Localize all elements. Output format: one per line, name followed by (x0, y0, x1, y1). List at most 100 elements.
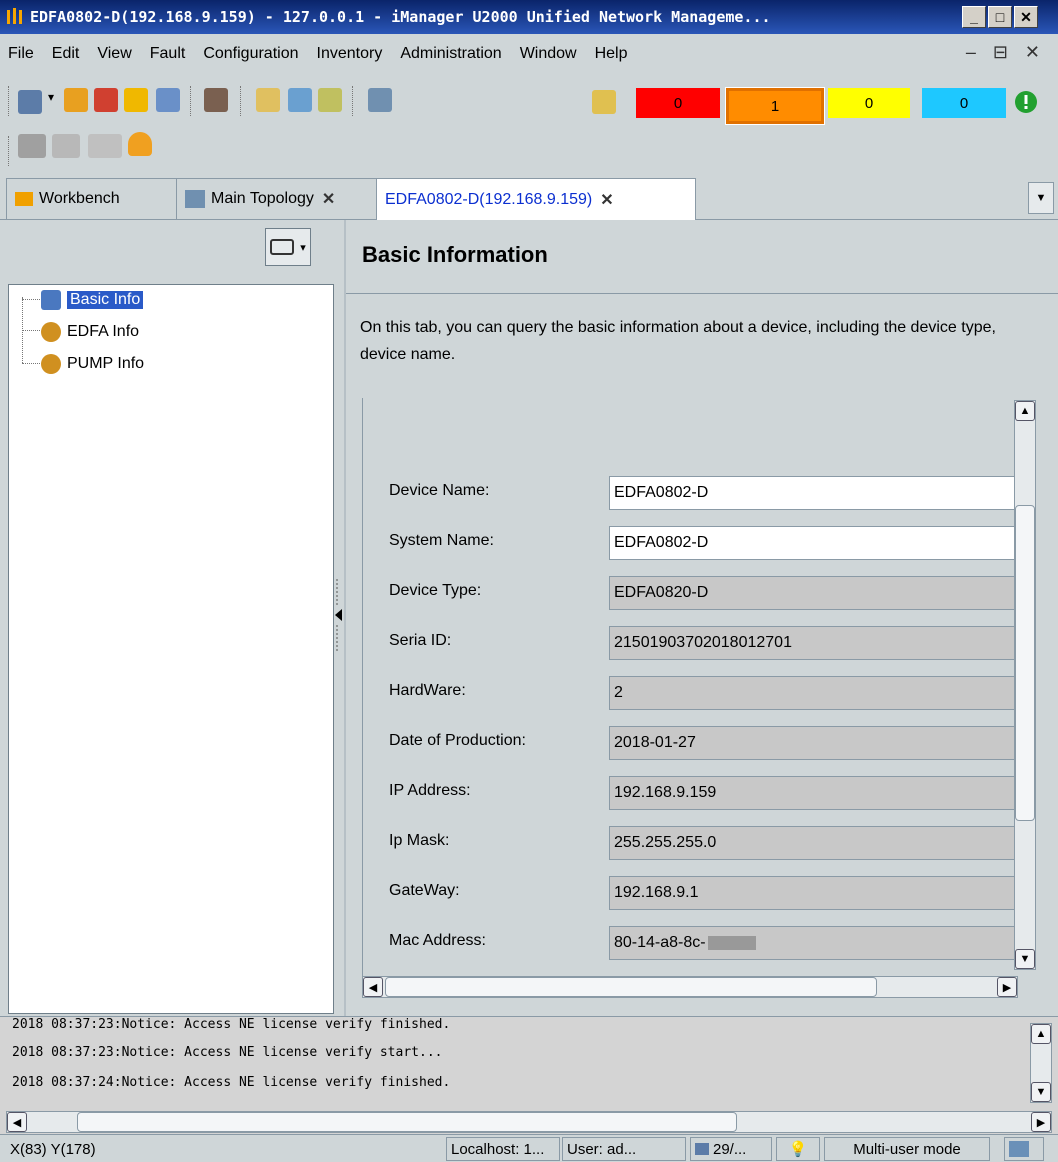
field-label: GateWay: (389, 882, 460, 899)
device-name-input[interactable]: EDFA0802-D (609, 476, 1019, 510)
menu-fault[interactable]: Fault (141, 45, 195, 63)
warning-alarm-count[interactable]: 0 (922, 88, 1006, 118)
field-gateway: GateWay: 192.168.9.1 (389, 876, 1029, 910)
gear-folder-icon (41, 322, 61, 342)
user-mode-status: Multi-user mode (824, 1137, 990, 1161)
toolbar-separator (8, 86, 12, 116)
tree-item-edfa-info[interactable]: EDFA Info (41, 319, 139, 345)
tree-view-toggle-button[interactable]: ▾ (265, 228, 311, 266)
scroll-thumb[interactable] (385, 977, 877, 997)
logout-icon[interactable] (94, 88, 118, 112)
message-count[interactable]: 29/... (690, 1137, 772, 1161)
workbench-icon (15, 192, 33, 206)
scroll-up-icon[interactable]: ▲ (1015, 401, 1035, 421)
field-label: Device Name: (389, 482, 490, 499)
ne-explorer-icon[interactable] (18, 90, 42, 114)
hardware-value: 2 (609, 676, 1019, 710)
toolbar-separator (240, 86, 244, 116)
user-status: User: ad... (562, 1137, 686, 1161)
basic-info-icon (41, 290, 61, 310)
ip-mask-value: 255.255.255.0 (609, 826, 1019, 860)
title-bar: EDFA0802-D(192.168.9.159) - 127.0.0.1 - … (0, 0, 1058, 34)
menu-edit[interactable]: Edit (43, 45, 89, 63)
menu-view[interactable]: View (88, 45, 140, 63)
status-ok-icon[interactable] (1014, 90, 1038, 114)
window-icon[interactable] (156, 88, 180, 112)
tree-item-pump-info[interactable]: PUMP Info (41, 351, 144, 377)
ip-check-icon[interactable] (88, 134, 122, 158)
field-system-name: System Name: EDFA0802-D (389, 526, 1029, 560)
scroll-right-icon[interactable]: ▶ (1031, 1112, 1051, 1132)
close-button[interactable]: ✕ (1014, 6, 1038, 28)
collapse-left-icon[interactable] (332, 575, 344, 655)
tree-item-basic-info[interactable]: Basic Info (41, 287, 144, 313)
tab-main-topology[interactable]: Main Topology ✕ (176, 178, 390, 219)
system-name-input[interactable]: EDFA0802-D (609, 526, 1019, 560)
ip-address-value: 192.168.9.159 (609, 776, 1019, 810)
tools-icon[interactable] (18, 134, 46, 158)
window-title: EDFA0802-D(192.168.9.159) - 127.0.0.1 - … (30, 8, 771, 26)
toolbar: ▾ 0 1 0 0 (0, 74, 1058, 174)
basic-info-form: Device Name: EDFA0802-D System Name: EDF… (362, 398, 1019, 996)
field-device-type: Device Type: EDFA0820-D (389, 576, 1029, 610)
mute-icon[interactable] (318, 88, 342, 112)
field-hardware: HardWare: 2 (389, 676, 1029, 710)
major-alarm-count[interactable]: 1 (725, 87, 825, 125)
close-icon[interactable]: ✕ (322, 189, 335, 209)
scroll-thumb[interactable] (1015, 505, 1035, 821)
search-alarm-icon[interactable] (288, 88, 312, 112)
vertical-scrollbar[interactable]: ▲ ▼ (1014, 400, 1036, 970)
menu-bar: File Edit View Fault Configuration Inven… (0, 34, 1058, 74)
log-panel: 2018 08:37:23:Notice: Access NE license … (0, 1016, 1058, 1136)
scroll-thumb[interactable] (77, 1112, 737, 1132)
production-date-value: 2018-01-27 (609, 726, 1019, 760)
close-icon[interactable]: ✕ (600, 190, 613, 210)
horizontal-scrollbar[interactable]: ◀ ▶ (362, 976, 1018, 998)
minimize-button[interactable]: _ (962, 6, 986, 28)
alarm-browse-icon[interactable] (256, 88, 280, 112)
log-line: 2018 08:37:24:Notice: Access NE license … (12, 1075, 451, 1090)
scroll-right-icon[interactable]: ▶ (997, 977, 1017, 997)
bulb-icon[interactable]: 💡 (776, 1137, 820, 1161)
scroll-down-icon[interactable]: ▼ (1031, 1082, 1051, 1102)
app-logo-icon (7, 8, 22, 24)
menu-configuration[interactable]: Configuration (194, 45, 307, 63)
gear-folder-icon (41, 354, 61, 374)
serial-id-value: 21501903702018012701 (609, 626, 1019, 660)
field-label: Seria ID: (389, 632, 452, 649)
log-horizontal-scrollbar[interactable]: ◀ ▶ (6, 1111, 1052, 1133)
mdi-window-controls[interactable]: – ⊟ ✕ (966, 42, 1046, 63)
menu-file[interactable]: File (0, 45, 43, 63)
shield-icon[interactable] (128, 132, 152, 156)
critical-alarm-count[interactable]: 0 (636, 88, 720, 118)
scroll-left-icon[interactable]: ◀ (7, 1112, 27, 1132)
chevron-down-icon[interactable]: ▾ (48, 90, 60, 114)
scroll-up-icon[interactable]: ▲ (1031, 1024, 1051, 1044)
tab-list-dropdown[interactable]: ▼ (1028, 182, 1054, 214)
topology-icon[interactable] (368, 88, 392, 112)
network-icon[interactable] (1004, 1137, 1044, 1161)
minor-alarm-count[interactable]: 0 (828, 88, 910, 118)
menu-window[interactable]: Window (511, 45, 586, 63)
maximize-button[interactable]: □ (988, 6, 1012, 28)
tab-label: EDFA0802-D(192.168.9.159) (385, 191, 593, 208)
panel-splitter[interactable] (332, 575, 344, 655)
users-icon[interactable] (204, 88, 228, 112)
scroll-left-icon[interactable]: ◀ (363, 977, 383, 997)
menu-administration[interactable]: Administration (391, 45, 510, 63)
menu-inventory[interactable]: Inventory (308, 45, 392, 63)
status-bar: X(83) Y(178) Localhost: 1... User: ad...… (0, 1134, 1058, 1162)
tab-edfa-device[interactable]: EDFA0802-D(192.168.9.159) ✕ (376, 178, 696, 221)
tab-workbench[interactable]: Workbench (6, 178, 188, 219)
log-vertical-scrollbar[interactable]: ▲ ▼ (1030, 1023, 1052, 1103)
gateway-value: 192.168.9.1 (609, 876, 1019, 910)
login-icon[interactable] (64, 88, 88, 112)
scroll-down-icon[interactable]: ▼ (1015, 949, 1035, 969)
server-status: Localhost: 1... (446, 1137, 560, 1161)
tab-strip: Workbench Main Topology ✕ EDFA0802-D(192… (0, 174, 1058, 221)
topology-icon (185, 190, 205, 208)
menu-help[interactable]: Help (586, 45, 637, 63)
link-icon[interactable] (52, 134, 80, 158)
bell-icon[interactable] (592, 90, 616, 114)
lock-icon[interactable] (124, 88, 148, 112)
